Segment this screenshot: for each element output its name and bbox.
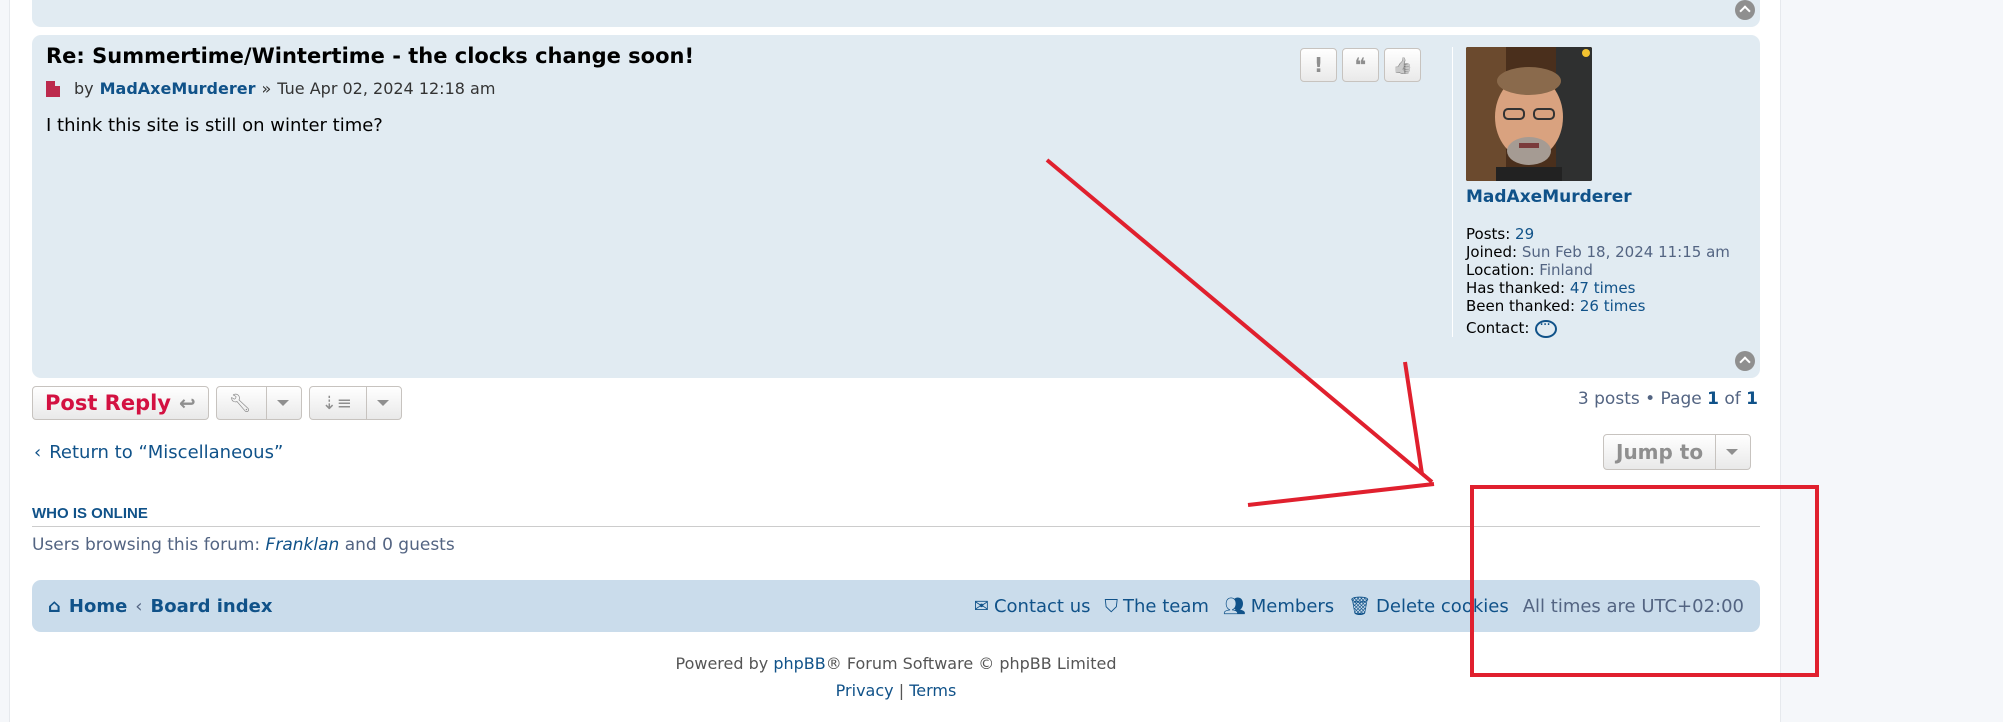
online-status-dot <box>1582 49 1590 57</box>
delete-cookies-link[interactable]: 🗑︎ Delete cookies <box>1348 596 1509 617</box>
post-reply-label: Post Reply <box>45 391 171 415</box>
return-label: Return to “Miscellaneous” <box>49 442 284 463</box>
contact-us-link[interactable]: ✉ Contact us <box>974 596 1091 617</box>
sort-icon: ⇣≡ <box>321 392 352 414</box>
home-icon: ⌂ <box>48 595 61 617</box>
phpbb-link[interactable]: phpBB <box>773 654 825 673</box>
return-to-forum-link[interactable]: ‹ Return to “Miscellaneous” <box>34 442 283 463</box>
post-profile: MadAxeMurderer Posts: 29 Joined: Sun Feb… <box>1452 47 1742 338</box>
report-button[interactable]: ! <box>1300 48 1337 82</box>
who-prefix: Users browsing this forum: <box>32 535 261 555</box>
post-body: I think this site is still on winter tim… <box>46 115 383 136</box>
post-title[interactable]: Re: Summertime/Wintertime - the clocks c… <box>46 44 694 68</box>
reply-arrow-icon: ↩ <box>179 391 196 415</box>
post-date: Tue Apr 02, 2024 12:18 am <box>277 79 496 98</box>
who-is-online-list: Users browsing this forum: Franklan and … <box>32 535 455 555</box>
post-meta: by MadAxeMurderer » Tue Apr 02, 2024 12:… <box>46 79 495 98</box>
software-text: ® Forum Software © phpBB Limited <box>825 654 1117 673</box>
post: Re: Summertime/Wintertime - the clocks c… <box>32 35 1760 378</box>
team-link[interactable]: ⛉ The team <box>1105 596 1209 617</box>
quote-button[interactable]: ❝ <box>1342 48 1379 82</box>
posts-label: Posts: <box>1466 225 1511 243</box>
post-reply-button[interactable]: Post Reply ↩ <box>32 386 209 420</box>
by-label: by <box>74 79 94 98</box>
chevron-down-icon <box>276 400 289 406</box>
has-thanked-label: Has thanked: <box>1466 279 1566 297</box>
chevron-down-icon <box>376 400 389 406</box>
chevron-down-icon <box>1726 449 1738 455</box>
posts-count-link[interactable]: 29 <box>1515 225 1534 243</box>
post-author-link[interactable]: MadAxeMurderer <box>100 79 256 98</box>
home-link[interactable]: Home <box>69 596 127 617</box>
trash-icon: 🗑︎ <box>1348 595 1372 617</box>
post-file-icon[interactable] <box>46 80 60 97</box>
meta-separator: » <box>261 79 272 98</box>
terms-link[interactable]: Terms <box>909 681 956 700</box>
action-bar: Post Reply ↩ 🔧︎ ⇣≡ <box>32 386 402 420</box>
page-current: 1 <box>1707 389 1719 409</box>
joined-date: Sun Feb 18, 2024 11:15 am <box>1521 243 1730 261</box>
who-suffix: and 0 guests <box>344 535 455 555</box>
back-to-top-icon[interactable] <box>1735 0 1755 20</box>
back-to-top-icon[interactable] <box>1735 351 1755 371</box>
profile-username[interactable]: MadAxeMurderer <box>1466 187 1742 207</box>
jump-to-label: Jump to <box>1616 440 1704 464</box>
been-thanked-link[interactable]: 26 times <box>1580 297 1646 315</box>
thumbs-up-icon: 👍 <box>1392 55 1413 75</box>
sort-options-button[interactable]: ⇣≡ <box>308 386 402 420</box>
delete-cookies-label: Delete cookies <box>1376 595 1509 617</box>
shield-icon: ⛉ <box>1104 595 1119 617</box>
contact-bubble-icon[interactable] <box>1535 316 1558 338</box>
thank-button[interactable]: 👍 <box>1384 48 1421 82</box>
breadcrumb-chevron-icon: ‹ <box>135 595 143 617</box>
members-label: Members <box>1250 595 1335 617</box>
board-index-link[interactable]: Board index <box>151 596 273 617</box>
powered-by-label: Powered by <box>675 654 769 673</box>
page-wrapper: Re: Summertime/Wintertime - the clocks c… <box>9 0 1781 722</box>
breadcrumb: ⌂ Home ‹ Board index <box>48 596 272 617</box>
envelope-icon: ✉ <box>973 595 989 617</box>
topic-tools-button[interactable]: 🔧︎ <box>215 386 302 420</box>
navbar-links: ✉ Contact us ⛉ The team 👥︎ Members 🗑︎ Delete… <box>974 596 1744 617</box>
joined-label: Joined: <box>1466 243 1518 261</box>
footer-navbar: ⌂ Home ‹ Board index ✉ Contact us ⛉ The te… <box>32 580 1760 632</box>
pagination: 3 posts • Page 1 of 1 <box>1578 389 1758 409</box>
location-value: Finland <box>1539 261 1593 279</box>
exclamation-icon: ! <box>1313 53 1324 77</box>
page-footer: Powered by phpBB® Forum Software © phpBB… <box>10 650 1782 704</box>
who-is-online-heading: WHO IS ONLINE <box>32 505 1760 527</box>
timezone-text: All times are UTC+02:00 <box>1522 595 1744 617</box>
previous-post-bottom <box>32 0 1760 27</box>
wrench-icon: 🔧︎ <box>228 392 252 414</box>
jump-to-dropdown[interactable]: Jump to <box>1603 434 1751 470</box>
quote-icon: ❝ <box>1354 53 1367 77</box>
pagination-text: 3 posts • Page <box>1577 389 1702 409</box>
privacy-link[interactable]: Privacy <box>836 681 894 700</box>
avatar-photo <box>1466 47 1592 181</box>
team-label: The team <box>1123 595 1209 617</box>
footer-separator: | <box>898 681 905 700</box>
contact-label: Contact: <box>1466 319 1530 337</box>
users-icon: 👥︎ <box>1222 595 1246 617</box>
post-buttons: ! ❝ 👍 <box>1300 48 1421 82</box>
avatar[interactable] <box>1466 47 1592 181</box>
online-user-link[interactable]: Franklan <box>266 535 340 555</box>
been-thanked-label: Been thanked: <box>1466 297 1576 315</box>
members-link[interactable]: 👥︎ Members <box>1223 596 1334 617</box>
location-label: Location: <box>1466 261 1535 279</box>
has-thanked-link[interactable]: 47 times <box>1570 279 1636 297</box>
pagination-of: of <box>1724 389 1741 409</box>
page-total: 1 <box>1746 389 1758 409</box>
chevron-left-icon: ‹ <box>34 442 42 463</box>
profile-details: Posts: 29 Joined: Sun Feb 18, 2024 11:15… <box>1466 225 1742 338</box>
contact-us-label: Contact us <box>993 595 1091 617</box>
